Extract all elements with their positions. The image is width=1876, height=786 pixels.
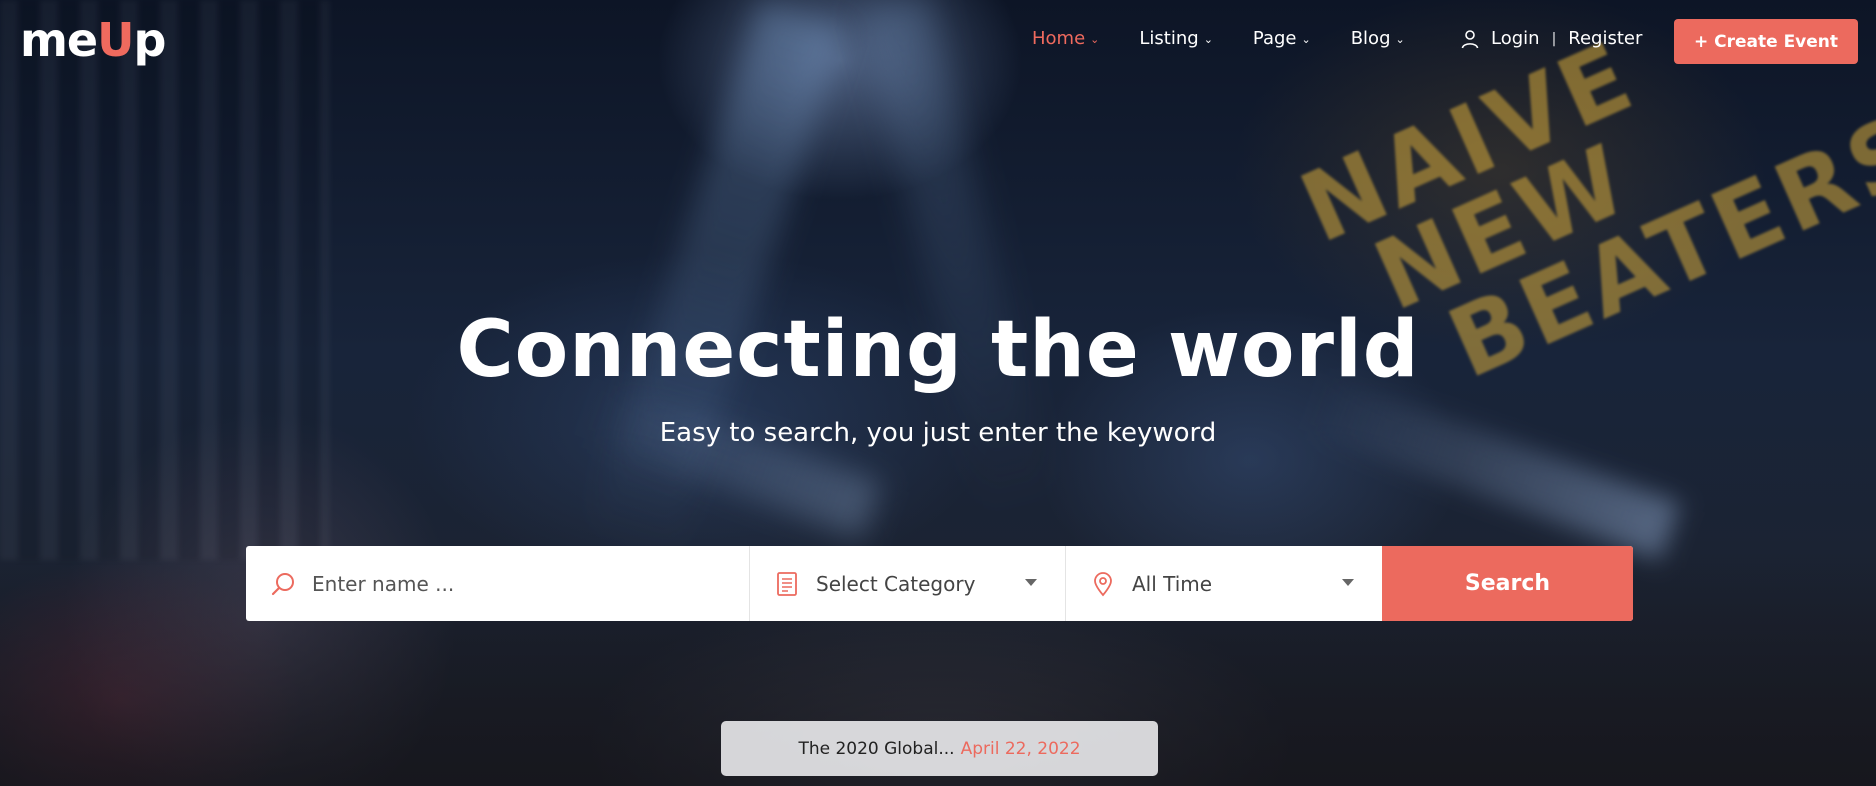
- register-link[interactable]: Register: [1568, 28, 1642, 49]
- chevron-down-icon: ⌄: [1301, 33, 1311, 46]
- search-input[interactable]: [312, 571, 692, 596]
- auth-links: Login | Register: [1460, 28, 1642, 49]
- category-icon: [777, 571, 797, 596]
- location-pin-icon: [1094, 571, 1112, 596]
- dropdown-caret-icon: [1342, 579, 1354, 586]
- site-logo[interactable]: meUp: [20, 10, 166, 70]
- chevron-down-icon: ⌄: [1395, 33, 1405, 46]
- main-nav: Home ⌄ Listing ⌄ Page ⌄ Blog ⌄: [1032, 28, 1445, 49]
- dropdown-caret-icon: [1025, 579, 1037, 586]
- user-icon: [1461, 29, 1479, 48]
- ticker-date: April 22, 2022: [960, 738, 1081, 759]
- search-bar: Select Category All Time Search: [246, 546, 1633, 621]
- nav-item-home[interactable]: Home ⌄: [1032, 28, 1099, 49]
- hero-title: Connecting the world: [456, 305, 1420, 395]
- event-ticker[interactable]: The 2020 Global... April 22, 2022: [721, 721, 1158, 776]
- login-link[interactable]: Login: [1491, 28, 1540, 49]
- nav-item-blog[interactable]: Blog ⌄: [1351, 28, 1405, 49]
- hero-subtitle: Easy to search, you just enter the keywo…: [659, 418, 1217, 448]
- stage-curtain: [0, 0, 330, 560]
- chevron-down-icon: ⌄: [1203, 33, 1213, 46]
- category-select-value: Select Category: [816, 571, 976, 596]
- category-select[interactable]: Select Category: [750, 546, 1066, 621]
- time-select[interactable]: All Time: [1066, 546, 1382, 621]
- chevron-down-icon: ⌄: [1090, 33, 1100, 46]
- ticker-text: The 2020 Global...: [798, 738, 955, 759]
- name-field: [246, 546, 750, 621]
- create-event-button[interactable]: + Create Event: [1674, 19, 1858, 64]
- search-icon: [271, 572, 294, 595]
- time-select-value: All Time: [1132, 571, 1213, 596]
- nav-item-listing[interactable]: Listing ⌄: [1139, 28, 1213, 49]
- search-button[interactable]: Search: [1382, 546, 1633, 621]
- auth-separator: |: [1551, 30, 1557, 47]
- nav-item-page[interactable]: Page ⌄: [1253, 28, 1311, 49]
